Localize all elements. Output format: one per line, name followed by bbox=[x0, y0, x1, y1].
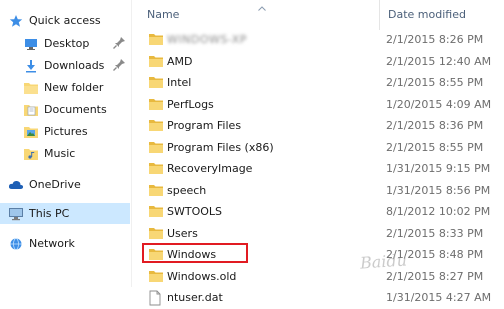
file-date-modified: 2/1/2015 8:26 PM bbox=[386, 33, 484, 46]
file-name: PerfLogs bbox=[167, 98, 214, 111]
nav-item-documents[interactable]: Documents bbox=[0, 99, 130, 120]
folder-icon bbox=[148, 140, 164, 156]
file-name: RecoveryImage bbox=[167, 162, 253, 175]
file-date-modified: 2/1/2015 8:27 PM bbox=[386, 270, 484, 283]
column-header-date-modified[interactable]: Date modified bbox=[388, 8, 466, 21]
folder-icon bbox=[148, 204, 164, 220]
music-folder-icon bbox=[23, 146, 39, 162]
file-row[interactable]: AMD 2/1/2015 12:40 AM bbox=[132, 51, 504, 73]
nav-item-quick-access[interactable]: Quick access bbox=[0, 10, 130, 31]
desktop-folder-icon bbox=[23, 36, 39, 52]
file-icon bbox=[148, 290, 164, 306]
file-date-modified: 1/31/2015 4:27 AM bbox=[386, 291, 492, 304]
folder-icon bbox=[148, 226, 164, 242]
nav-item-music[interactable]: Music bbox=[0, 143, 130, 164]
file-name: speech bbox=[167, 184, 207, 197]
sort-ascending-icon bbox=[258, 1, 266, 11]
folder-icon bbox=[23, 80, 39, 96]
nav-item-onedrive[interactable]: OneDrive bbox=[0, 174, 130, 195]
file-date-modified: 1/20/2015 4:09 AM bbox=[386, 98, 492, 111]
folder-icon bbox=[148, 97, 164, 113]
nav-item-label: New folder bbox=[44, 81, 104, 94]
file-date-modified: 2/1/2015 8:33 PM bbox=[386, 227, 484, 240]
watermark-text: Baidu bbox=[359, 250, 408, 273]
file-row[interactable]: Windows.old 2/1/2015 8:27 PM bbox=[132, 266, 504, 288]
folder-icon bbox=[148, 269, 164, 285]
cloud-icon bbox=[8, 177, 24, 193]
folder-icon bbox=[148, 32, 164, 48]
file-date-modified: 2/1/2015 12:40 AM bbox=[386, 55, 492, 68]
nav-item-label: Downloads bbox=[44, 59, 105, 72]
documents-folder-icon bbox=[23, 102, 39, 118]
file-date-modified: 2/1/2015 8:36 PM bbox=[386, 119, 484, 132]
pin-icon[interactable] bbox=[112, 58, 126, 72]
folder-icon bbox=[148, 118, 164, 134]
file-date-modified: 1/31/2015 9:15 PM bbox=[386, 162, 491, 175]
nav-item-label: Desktop bbox=[44, 37, 90, 50]
file-name: Intel bbox=[167, 76, 192, 89]
downloads-folder-icon bbox=[23, 58, 39, 74]
file-name: Windows.old bbox=[167, 270, 237, 283]
file-row[interactable]: PerfLogs 1/20/2015 4:09 AM bbox=[132, 94, 504, 116]
column-divider[interactable] bbox=[379, 0, 380, 30]
file-row[interactable]: Program Files (x86) 2/1/2015 8:55 PM bbox=[132, 137, 504, 159]
file-row[interactable]: Users 2/1/2015 8:33 PM bbox=[132, 223, 504, 245]
file-name: WINDOWS-XP bbox=[167, 33, 247, 46]
nav-item-label: OneDrive bbox=[29, 178, 81, 191]
nav-item-label: Quick access bbox=[29, 14, 101, 27]
star-icon bbox=[8, 13, 24, 29]
nav-item-desktop[interactable]: Desktop bbox=[0, 33, 130, 54]
file-row[interactable]: speech 1/31/2015 8:56 PM bbox=[132, 180, 504, 202]
file-name: Program Files bbox=[167, 119, 242, 132]
file-row[interactable]: ntuser.dat 1/31/2015 4:27 AM bbox=[132, 287, 504, 309]
column-header-row: Name Date modified bbox=[132, 0, 504, 30]
file-date-modified: 8/1/2012 10:02 PM bbox=[386, 205, 491, 218]
file-row[interactable]: SWTOOLS 8/1/2012 10:02 PM bbox=[132, 201, 504, 223]
file-date-modified: 2/1/2015 8:55 PM bbox=[386, 141, 484, 154]
nav-item-label: Documents bbox=[44, 103, 107, 116]
file-name: AMD bbox=[167, 55, 193, 68]
folder-icon bbox=[148, 54, 164, 70]
nav-item-label: Pictures bbox=[44, 125, 88, 138]
pin-icon[interactable] bbox=[112, 36, 126, 50]
nav-item-pictures[interactable]: Pictures bbox=[0, 121, 130, 142]
folder-icon bbox=[148, 183, 164, 199]
file-row[interactable]: Intel 2/1/2015 8:55 PM bbox=[132, 72, 504, 94]
file-name: ntuser.dat bbox=[167, 291, 223, 304]
file-name: Program Files (x86) bbox=[167, 141, 274, 154]
column-header-name[interactable]: Name bbox=[147, 8, 179, 21]
file-row[interactable]: Program Files 2/1/2015 8:36 PM bbox=[132, 115, 504, 137]
file-name: SWTOOLS bbox=[167, 205, 223, 218]
file-row[interactable]: WINDOWS-XP 2/1/2015 8:26 PM bbox=[132, 29, 504, 51]
folder-icon bbox=[148, 75, 164, 91]
pictures-folder-icon bbox=[23, 124, 39, 140]
network-icon bbox=[8, 236, 24, 252]
file-name: Users bbox=[167, 227, 198, 240]
file-date-modified: 2/1/2015 8:55 PM bbox=[386, 76, 484, 89]
nav-item-label: Music bbox=[44, 147, 76, 160]
nav-item-downloads[interactable]: Downloads bbox=[0, 55, 130, 76]
file-date-modified: 1/31/2015 8:56 PM bbox=[386, 184, 491, 197]
nav-item-label: This PC bbox=[29, 207, 70, 220]
nav-item-new-folder[interactable]: New folder bbox=[0, 77, 130, 98]
nav-item-this-pc[interactable]: This PC bbox=[0, 203, 130, 224]
navigation-pane: Quick access Desktop Downloads New folde… bbox=[0, 0, 130, 287]
folder-icon bbox=[148, 161, 164, 177]
nav-item-label: Network bbox=[29, 237, 75, 250]
nav-item-network[interactable]: Network bbox=[0, 233, 130, 254]
file-row[interactable]: RecoveryImage 1/31/2015 9:15 PM bbox=[132, 158, 504, 180]
highlight-annotation bbox=[142, 243, 248, 263]
computer-icon bbox=[8, 206, 24, 222]
